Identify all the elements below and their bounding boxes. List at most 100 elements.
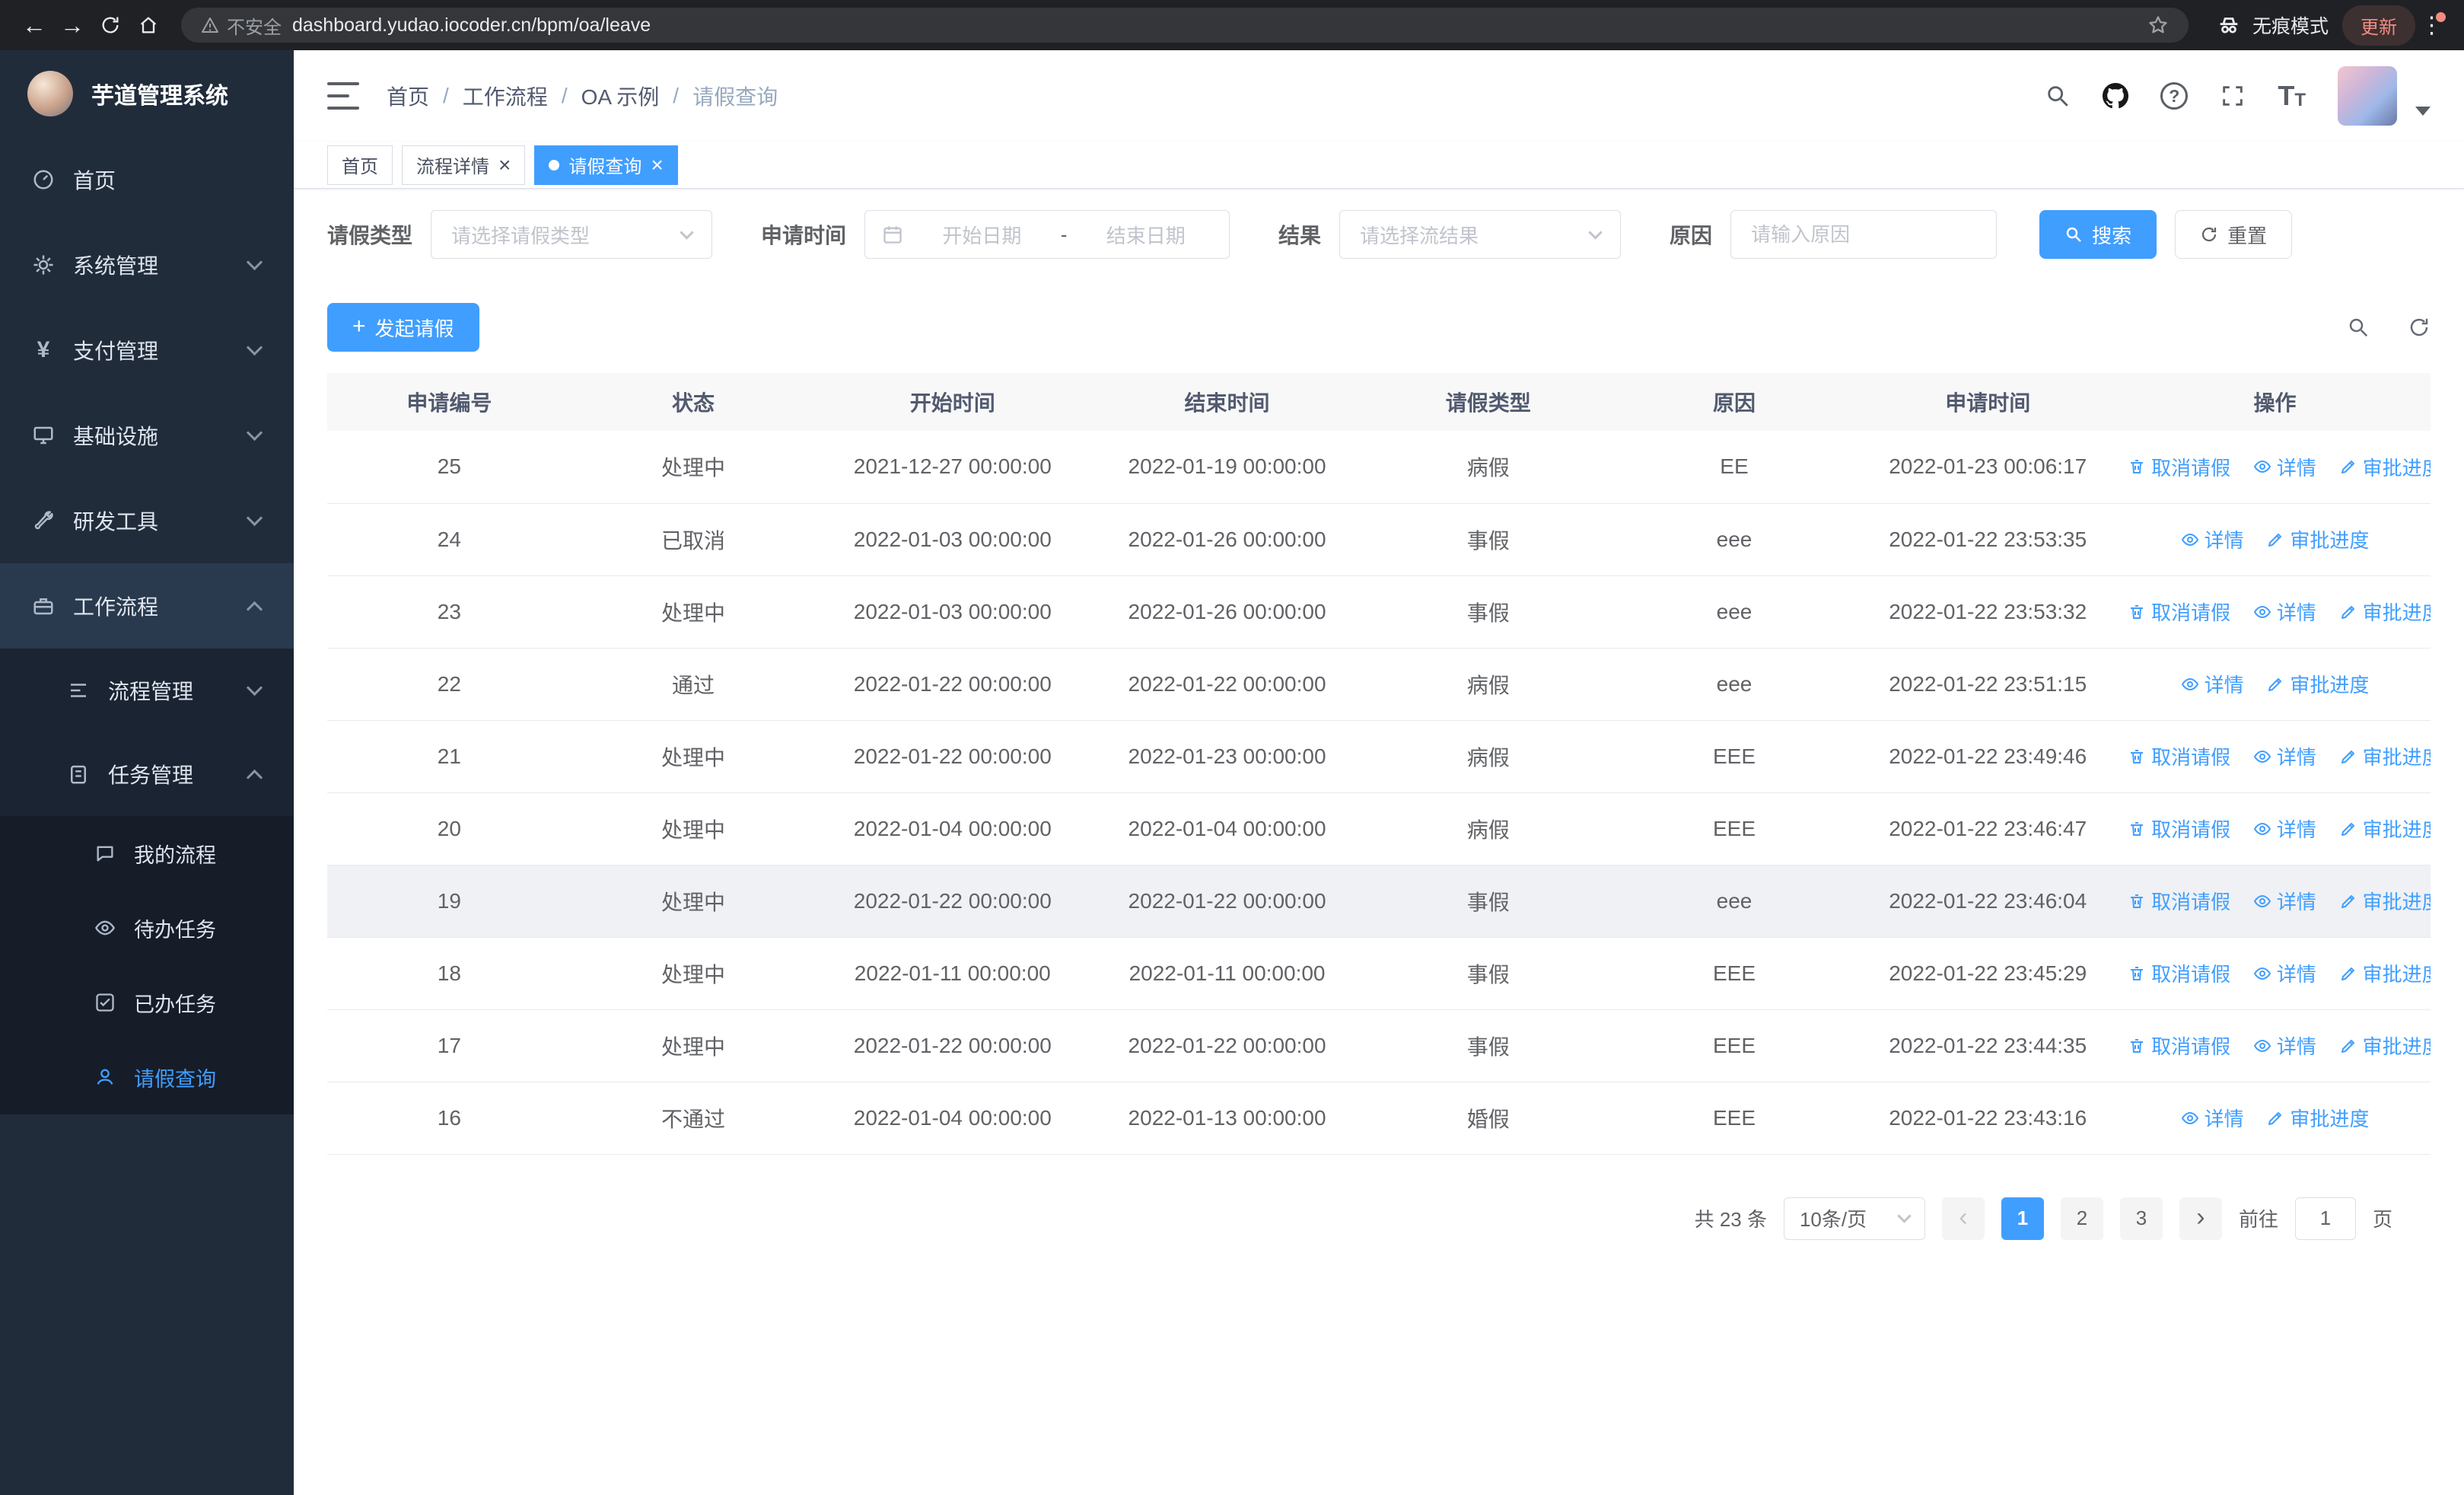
cell-end-time: 2022-01-04 00:00:00 bbox=[1090, 792, 1364, 865]
cancel-leave-link[interactable]: 取消请假 bbox=[2128, 742, 2230, 770]
detail-link[interactable]: 详情 bbox=[2181, 525, 2244, 553]
detail-link[interactable]: 详情 bbox=[2253, 453, 2316, 481]
sidebar-item-process-management[interactable]: 流程管理 bbox=[0, 649, 294, 732]
refresh-table-icon[interactable] bbox=[2408, 316, 2431, 339]
home-icon[interactable] bbox=[129, 6, 167, 44]
sidebar-item-home[interactable]: 首页 bbox=[0, 137, 294, 222]
sidebar-item-system[interactable]: 系统管理 bbox=[0, 222, 294, 308]
cell-status: 处理中 bbox=[571, 431, 816, 504]
detail-link[interactable]: 详情 bbox=[2253, 887, 2316, 915]
breadcrumb-home[interactable]: 首页 bbox=[387, 81, 429, 111]
sidebar-item-my-process[interactable]: 我的流程 bbox=[0, 816, 294, 891]
refresh-icon bbox=[2201, 227, 2217, 242]
address-bar[interactable]: 不安全 dashboard.yudao.iocoder.cn/bpm/oa/le… bbox=[181, 8, 2189, 43]
reset-button[interactable]: 重置 bbox=[2175, 210, 2293, 259]
approval-progress-link[interactable]: 审批进度 bbox=[2339, 453, 2431, 481]
cancel-leave-link[interactable]: 取消请假 bbox=[2128, 959, 2230, 987]
page-button-2[interactable]: 2 bbox=[2060, 1197, 2103, 1240]
sidebar-item-workflow[interactable]: 工作流程 bbox=[0, 563, 294, 649]
plus-icon: + bbox=[352, 314, 366, 339]
github-icon[interactable] bbox=[2103, 83, 2129, 109]
fullscreen-icon[interactable] bbox=[2220, 83, 2246, 109]
leave-type-select[interactable]: 请选择请假类型 bbox=[431, 210, 713, 259]
breadcrumb-oa-example[interactable]: OA 示例 bbox=[581, 81, 660, 111]
sidebar-item-task-management[interactable]: 任务管理 bbox=[0, 732, 294, 816]
cell-leave-type: 事假 bbox=[1364, 575, 1612, 649]
reload-icon[interactable] bbox=[91, 6, 129, 44]
cancel-leave-link[interactable]: 取消请假 bbox=[2128, 814, 2230, 843]
sidebar-item-payment[interactable]: ¥ 支付管理 bbox=[0, 308, 294, 393]
detail-link[interactable]: 详情 bbox=[2181, 1104, 2244, 1132]
tab-process-detail[interactable]: 流程详情 × bbox=[402, 145, 526, 185]
caret-down-icon[interactable] bbox=[2415, 107, 2431, 116]
forward-icon[interactable]: → bbox=[53, 6, 91, 44]
cancel-leave-link[interactable]: 取消请假 bbox=[2128, 887, 2230, 915]
url-text[interactable]: dashboard.yudao.iocoder.cn/bpm/oa/leave bbox=[292, 14, 651, 37]
detail-link[interactable]: 详情 bbox=[2253, 959, 2316, 987]
approval-progress-link[interactable]: 审批进度 bbox=[2339, 742, 2431, 770]
sidebar-toggle-icon[interactable] bbox=[327, 82, 359, 110]
approval-progress-link[interactable]: 审批进度 bbox=[2339, 959, 2431, 987]
next-page-button[interactable]: › bbox=[2179, 1197, 2222, 1240]
prev-page-button[interactable]: ‹ bbox=[1941, 1197, 1985, 1240]
detail-link[interactable]: 详情 bbox=[2181, 670, 2244, 698]
apply-time-range-picker[interactable]: 开始日期 - 结束日期 bbox=[864, 210, 1230, 259]
avatar[interactable] bbox=[2338, 66, 2397, 126]
close-icon[interactable]: × bbox=[651, 154, 663, 176]
tab-leave-query[interactable]: 请假查询 × bbox=[534, 145, 678, 185]
create-leave-button[interactable]: + 发起请假 bbox=[327, 303, 479, 352]
cancel-leave-link[interactable]: 取消请假 bbox=[2128, 598, 2230, 626]
reason-input[interactable] bbox=[1751, 222, 1977, 247]
result-select[interactable]: 请选择流结果 bbox=[1339, 210, 1622, 259]
cell-apply-id: 24 bbox=[327, 503, 571, 576]
goto-page-input[interactable] bbox=[2294, 1197, 2356, 1240]
font-size-icon[interactable]: TT bbox=[2278, 82, 2306, 110]
cell-apply-time: 2022-01-22 23:46:47 bbox=[1856, 792, 2120, 865]
page-button-3[interactable]: 3 bbox=[2119, 1197, 2163, 1240]
breadcrumb: 首页 / 工作流程 / OA 示例 / 请假查询 bbox=[387, 81, 778, 111]
cell-apply-id: 22 bbox=[327, 648, 571, 721]
eye-icon bbox=[2253, 894, 2271, 907]
bookmark-star-icon[interactable] bbox=[2147, 14, 2169, 36]
page-button-1[interactable]: 1 bbox=[2001, 1197, 2044, 1240]
approval-progress-link[interactable]: 审批进度 bbox=[2339, 814, 2431, 843]
approval-progress-link[interactable]: 审批进度 bbox=[2339, 598, 2431, 626]
cancel-leave-link[interactable]: 取消请假 bbox=[2128, 453, 2230, 481]
cell-status: 通过 bbox=[571, 648, 816, 721]
approval-progress-link[interactable]: 审批进度 bbox=[2266, 670, 2369, 698]
browser-menu-icon[interactable]: ⋮ bbox=[2415, 11, 2449, 39]
approval-progress-link[interactable]: 审批进度 bbox=[2339, 1031, 2431, 1060]
cell-status: 处理中 bbox=[571, 937, 816, 1010]
incognito-icon bbox=[2220, 18, 2238, 33]
cancel-leave-link[interactable]: 取消请假 bbox=[2128, 1031, 2230, 1060]
cell-actions: 取消请假 详情 审批进度 bbox=[2119, 1009, 2431, 1082]
sidebar-item-infrastructure[interactable]: 基础设施 bbox=[0, 393, 294, 478]
sidebar-item-devtools[interactable]: 研发工具 bbox=[0, 478, 294, 563]
sidebar-item-done-tasks[interactable]: 已办任务 bbox=[0, 965, 294, 1040]
search-icon[interactable] bbox=[2045, 83, 2071, 109]
approval-progress-link[interactable]: 审批进度 bbox=[2266, 1104, 2369, 1132]
sidebar-item-leave-query[interactable]: 请假查询 bbox=[0, 1040, 294, 1114]
approval-progress-link[interactable]: 审批进度 bbox=[2339, 887, 2431, 915]
security-warning[interactable]: 不安全 bbox=[201, 12, 282, 39]
detail-link[interactable]: 详情 bbox=[2253, 742, 2316, 770]
detail-link[interactable]: 详情 bbox=[2253, 1031, 2316, 1060]
page-size-select[interactable]: 10条/页 bbox=[1783, 1197, 1925, 1240]
cell-apply-time: 2022-01-22 23:53:32 bbox=[1856, 575, 2120, 649]
question-icon[interactable]: ? bbox=[2160, 82, 2189, 110]
detail-link[interactable]: 详情 bbox=[2253, 598, 2316, 626]
breadcrumb-workflow[interactable]: 工作流程 bbox=[463, 81, 548, 111]
tab-home[interactable]: 首页 bbox=[327, 145, 393, 185]
cell-end-time: 2022-01-19 00:00:00 bbox=[1090, 431, 1364, 504]
search-button[interactable]: 搜索 bbox=[2039, 210, 2157, 259]
cell-leave-type: 病假 bbox=[1364, 720, 1612, 793]
cell-apply-time: 2022-01-22 23:46:04 bbox=[1856, 865, 2120, 938]
sidebar-item-todo-tasks[interactable]: 待办任务 bbox=[0, 891, 294, 965]
detail-link[interactable]: 详情 bbox=[2253, 814, 2316, 843]
browser-update-button[interactable]: 更新 bbox=[2342, 5, 2415, 46]
approval-progress-link[interactable]: 审批进度 bbox=[2266, 525, 2369, 553]
back-icon[interactable]: ← bbox=[15, 6, 53, 44]
cell-apply-time: 2022-01-22 23:45:29 bbox=[1856, 937, 2120, 1010]
close-icon[interactable]: × bbox=[498, 154, 511, 176]
toggle-search-icon[interactable] bbox=[2347, 316, 2370, 339]
